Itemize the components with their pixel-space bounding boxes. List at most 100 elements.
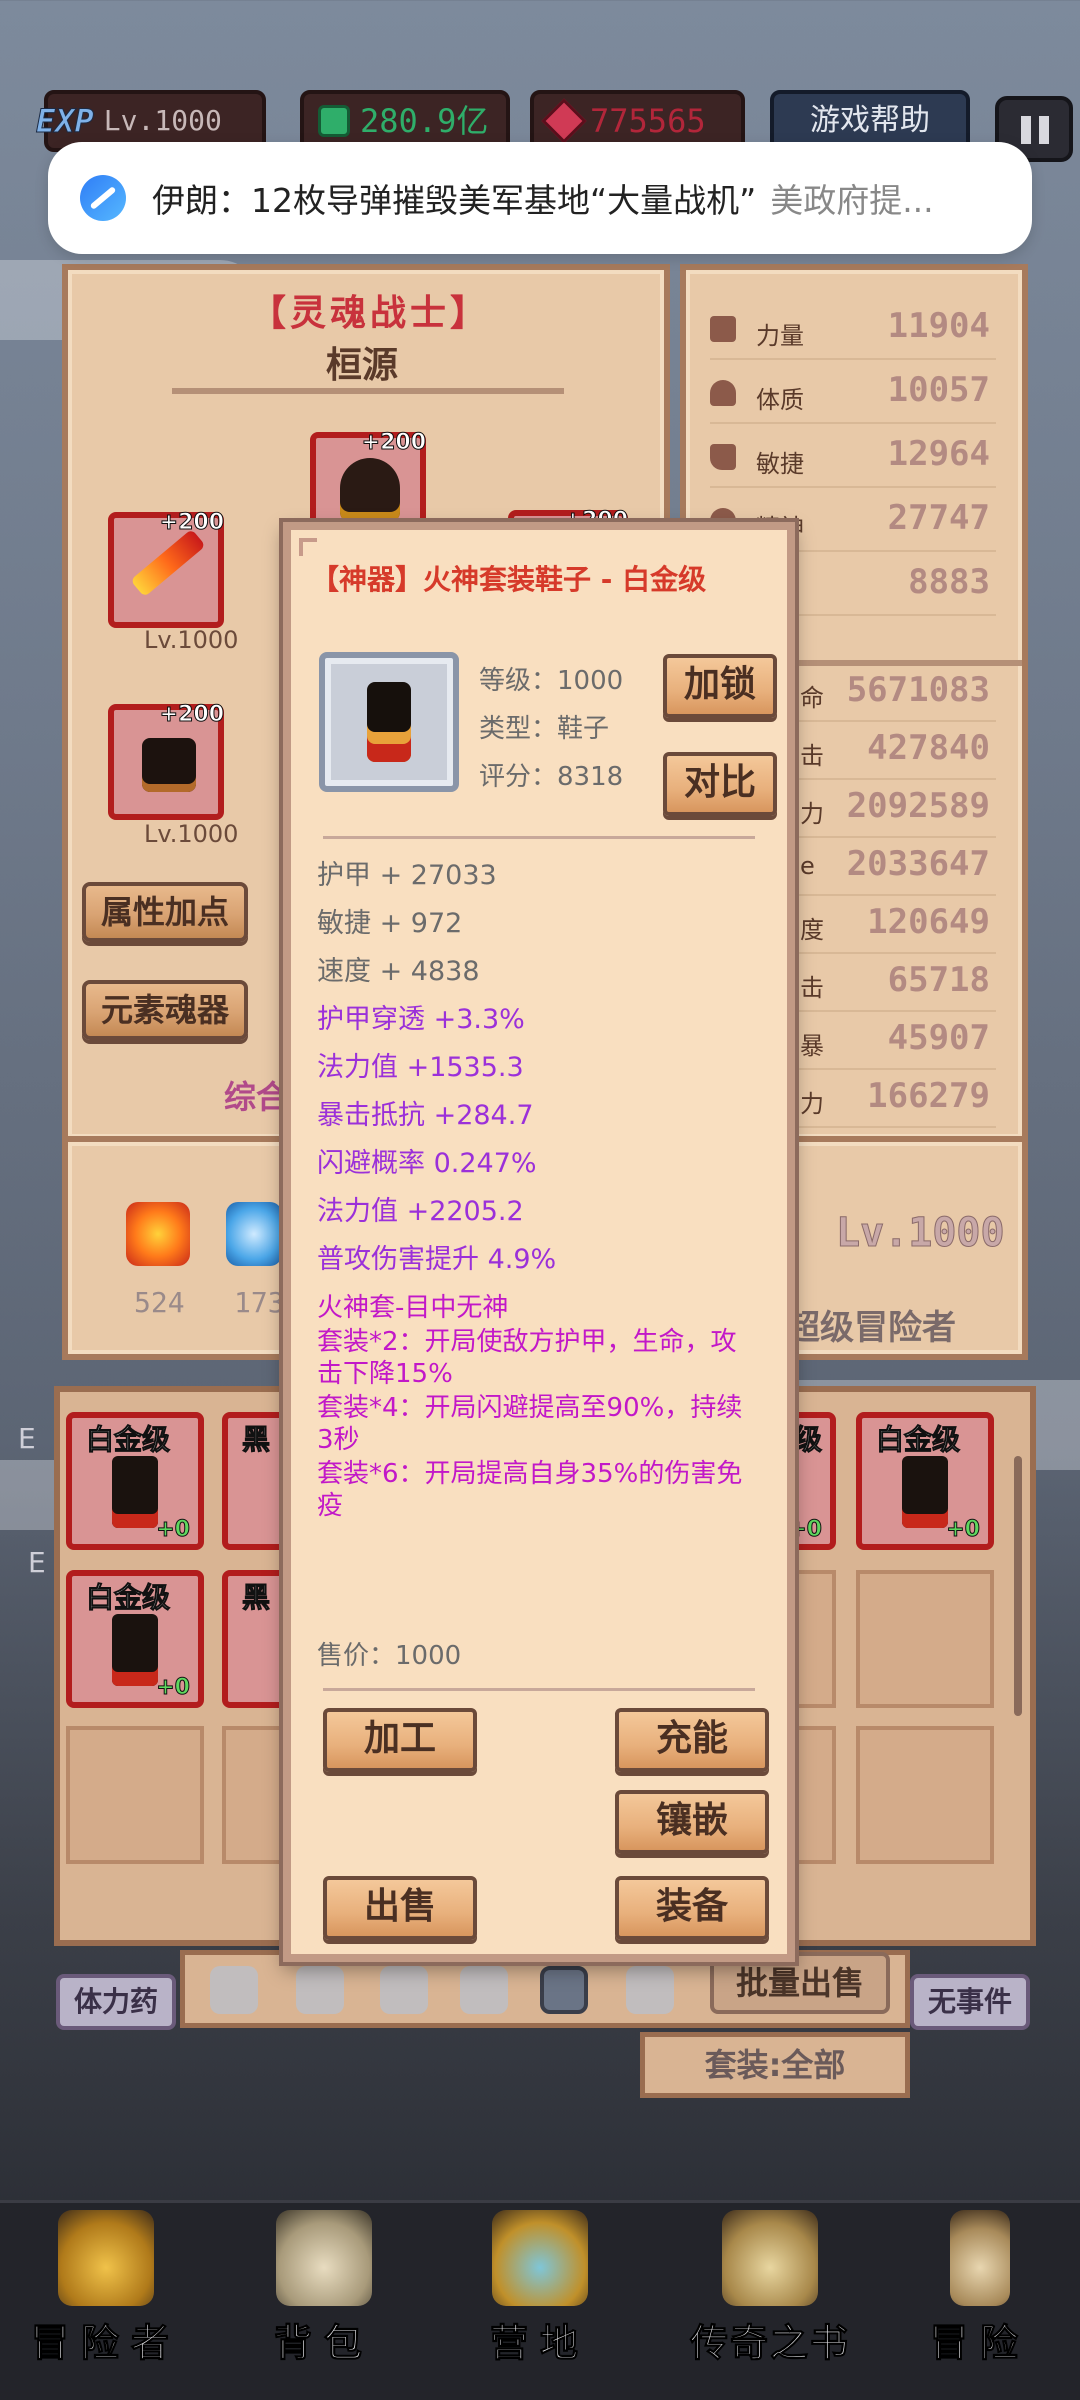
item-plus: +0 — [156, 1675, 191, 1701]
sell-button[interactable]: 出售 — [323, 1876, 477, 1940]
inventory-item[interactable]: 白金级 +0 — [66, 1412, 204, 1550]
inventory-item[interactable]: 白金级 +0 — [66, 1570, 204, 1708]
nav-backpack[interactable]: 背包 — [244, 2210, 404, 2367]
equip-button-label: 装备 — [655, 1886, 728, 1927]
compare-button[interactable]: 对比 — [663, 752, 777, 816]
set-name: 火神套-目中无神 — [317, 1293, 509, 1323]
combat-stat-label: 暴 — [800, 1032, 824, 1060]
help-button-label: 游戏帮助 — [810, 103, 930, 138]
item-plus: +0 — [156, 1517, 191, 1543]
item-tier: 黑 — [241, 1581, 271, 1615]
nav-adventure[interactable]: 冒险 — [900, 2210, 1060, 2367]
combat-stat-label: 力 — [800, 1090, 824, 1118]
gauntlet-icon — [142, 738, 196, 792]
bonus-stat: 护甲穿透 +3.3% — [317, 1004, 525, 1035]
inlay-button-label: 镶嵌 — [655, 1800, 728, 1841]
inventory-empty-slot[interactable] — [222, 1726, 292, 1864]
boot-icon — [710, 444, 736, 470]
bonus-stat: 法力值 +1535.3 — [317, 1052, 524, 1083]
shield-category-icon[interactable] — [296, 1966, 344, 2014]
inventory-empty-slot[interactable] — [66, 1726, 204, 1864]
fire-essence-count: 524 — [134, 1286, 185, 1319]
inlay-button[interactable]: 镶嵌 — [615, 1790, 769, 1854]
gauntlet-slot[interactable]: +200 — [108, 702, 225, 820]
gem-icon — [318, 105, 350, 137]
item-type: 类型：鞋子 — [479, 714, 610, 744]
helmet-category-icon[interactable] — [380, 1966, 428, 2014]
sword-category-icon[interactable] — [210, 1966, 258, 2014]
process-button-label: 加工 — [363, 1718, 436, 1759]
weapon-level: Lv.1000 — [144, 626, 239, 654]
element-soul-button[interactable]: 元素魂器 — [82, 980, 248, 1040]
nav-camp-label: 营地 — [489, 2321, 590, 2366]
boots-icon — [902, 1456, 948, 1528]
potion-tab[interactable]: 体力药 — [56, 1974, 176, 2030]
nav-backpack-label: 背包 — [273, 2321, 374, 2366]
set-bonus-2: 套装*2：开局使敌方护甲，生命，攻击下降15% — [317, 1327, 737, 1389]
combat-stat-value: 65718 — [887, 960, 990, 1000]
combat-stat-label: 度 — [800, 916, 824, 944]
combat-stat-label: 力 — [800, 800, 824, 828]
stat-value: 10057 — [887, 370, 990, 410]
combined-label: 综合 — [224, 1078, 289, 1116]
process-button[interactable]: 加工 — [323, 1708, 477, 1772]
no-event-tab[interactable]: 无事件 — [910, 1974, 1030, 2030]
item-detail-popup: 【神器】火神套装鞋子 - 白金级 等级：1000 类型：鞋子 评分：8318 加… — [283, 522, 795, 1962]
inventory-empty-slot[interactable] — [790, 1726, 836, 1864]
equip-button[interactable]: 装备 — [615, 1876, 769, 1940]
notification-subtitle: 美政府提... — [770, 181, 934, 220]
nav-adventurer-label: 冒险者 — [30, 2321, 181, 2366]
item-preview-frame — [319, 652, 459, 792]
item-score: 评分：8318 — [479, 762, 624, 792]
set-filter-dropdown[interactable]: 套装:全部 — [640, 2032, 910, 2098]
potion-tab-label: 体力药 — [73, 1985, 158, 2018]
hero-name: 桓源 — [326, 345, 399, 386]
item-tier: 白金级 — [85, 1423, 171, 1457]
hero-level-display: Lv.1000 — [836, 1210, 1006, 1257]
nav-adventure-label: 冒险 — [929, 2321, 1030, 2366]
helmet-plus: +200 — [361, 430, 426, 456]
inventory-item[interactable]: 白金级 +0 — [856, 1412, 994, 1550]
set-bonus-6: 套装*6：开局提高自身35%的伤害免疫 — [317, 1459, 743, 1521]
bonus-stat: 暴击抵抗 +284.7 — [317, 1100, 534, 1131]
exp-badge: EXP — [36, 102, 95, 141]
stat-value: 11904 — [887, 306, 990, 346]
item-tier: 白金级 — [85, 1581, 171, 1615]
inventory-empty-slot[interactable] — [790, 1570, 836, 1708]
charge-button-label: 充能 — [655, 1718, 728, 1759]
sell-button-label: 出售 — [363, 1886, 436, 1927]
item-title: 【神器】火神套装鞋子 - 白金级 — [311, 563, 707, 596]
compare-button-label: 对比 — [683, 762, 756, 803]
gem-count: 280.9亿 — [360, 102, 489, 140]
combat-stat-value: 427840 — [867, 728, 990, 768]
armor-category-icon[interactable] — [460, 1966, 508, 2014]
news-notification[interactable]: 伊朗：12枚导弹摧毁美军基地“大量战机” 美政府提... — [48, 142, 1032, 254]
strength-icon — [710, 316, 736, 342]
water-essence-icon — [226, 1202, 282, 1266]
camp-icon — [492, 2210, 588, 2306]
inventory-empty-slot[interactable] — [856, 1726, 994, 1864]
ruby-count: 775565 — [590, 102, 706, 140]
stat-label: 敏捷 — [756, 450, 804, 478]
bonus-stat: 法力值 +2205.2 — [317, 1196, 524, 1227]
element-soul-label: 元素魂器 — [100, 991, 229, 1029]
lock-button[interactable]: 加锁 — [663, 654, 777, 718]
heart-icon — [710, 380, 736, 406]
inventory-scrollbar[interactable] — [1014, 1456, 1022, 1716]
nav-legend-book[interactable]: 传奇之书 — [680, 2210, 860, 2367]
attribute-points-button[interactable]: 属性加点 — [82, 882, 248, 942]
combat-stat-value: 2092589 — [846, 786, 990, 826]
inventory-empty-slot[interactable] — [856, 1570, 994, 1708]
charge-button[interactable]: 充能 — [615, 1708, 769, 1772]
ring-category-icon[interactable] — [626, 1966, 674, 2014]
nav-camp[interactable]: 营地 — [460, 2210, 620, 2367]
rank-title: 超级冒险者 — [786, 1308, 956, 1348]
boots-category-icon[interactable] — [540, 1966, 588, 2014]
combat-stat-label: 击 — [800, 974, 824, 1002]
hero-class-title: 【灵魂战士】 — [250, 293, 491, 334]
stat-row: 体质 10057 — [710, 364, 996, 424]
nav-adventurer[interactable]: 冒险者 — [26, 2210, 186, 2367]
attribute-points-label: 属性加点 — [100, 893, 229, 931]
weapon-slot[interactable]: +200 — [108, 510, 225, 628]
news-app-icon — [80, 175, 126, 221]
